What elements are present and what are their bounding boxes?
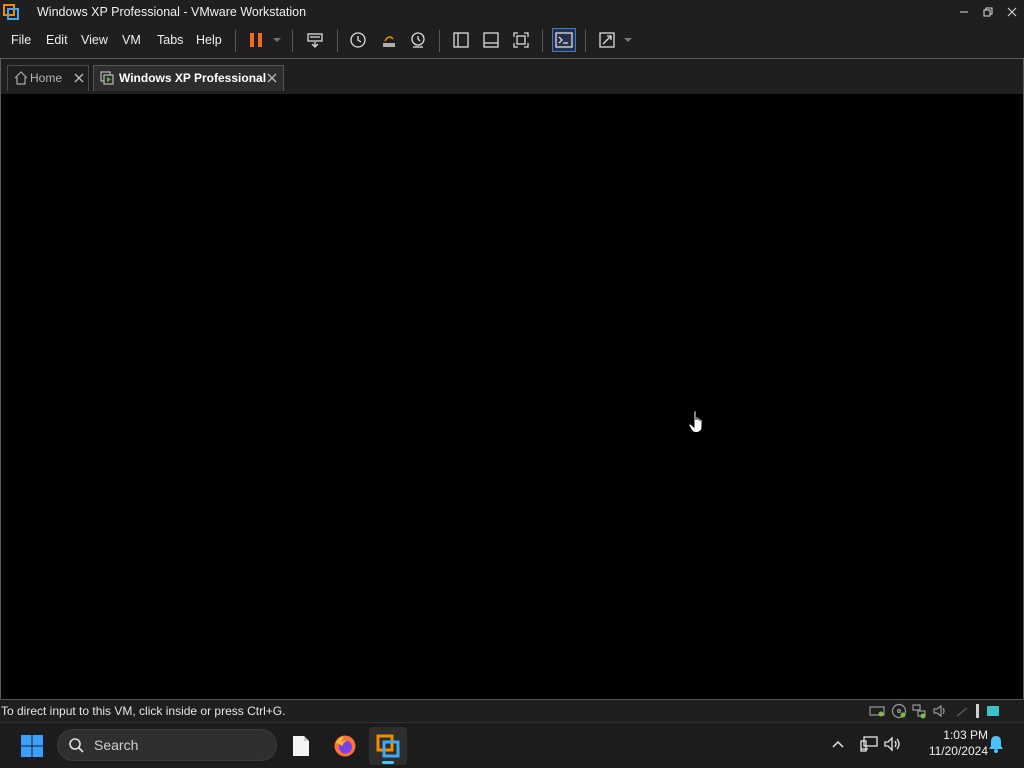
menu-toolbar: File Edit View VM Tabs Help	[0, 24, 1024, 59]
firefox-icon	[333, 734, 357, 758]
tab-close-button[interactable]	[73, 72, 85, 84]
vm-icon	[100, 71, 114, 85]
snapshot-revert-button[interactable]	[377, 28, 401, 52]
menu-tabs-label: Tabs	[157, 33, 184, 47]
vmware-workstation-icon	[376, 734, 400, 758]
thumbnail-bar-icon	[482, 31, 500, 49]
tab-close-button[interactable]	[266, 72, 278, 84]
message-log-icon[interactable]	[985, 703, 1001, 719]
toolbar-separator	[439, 30, 440, 52]
window-title: Windows XP Professional - VMware Worksta…	[37, 5, 307, 19]
menu-tabs[interactable]: Tabs	[157, 24, 183, 56]
restore-button[interactable]	[976, 0, 1000, 24]
pause-icon	[248, 32, 264, 48]
file-explorer-icon	[291, 735, 311, 757]
tab-home[interactable]: Home	[7, 65, 89, 91]
display-icon[interactable]	[954, 703, 970, 719]
snapshot-manager-icon	[409, 31, 427, 49]
restore-icon	[983, 7, 993, 17]
stretch-guest-icon	[598, 31, 616, 49]
menu-edit[interactable]: Edit	[46, 24, 68, 56]
snapshot-revert-icon	[380, 31, 398, 49]
stretch-dropdown[interactable]	[623, 33, 633, 47]
hard-disk-icon[interactable]	[869, 703, 885, 719]
send-ctrl-alt-del-icon	[306, 31, 324, 49]
show-hidden-icons-button[interactable]	[826, 732, 850, 756]
title-bar: Windows XP Professional - VMware Worksta…	[0, 0, 1024, 24]
vm-console-screen[interactable]	[0, 94, 1024, 699]
console-view-button[interactable]	[552, 28, 576, 52]
tab-home-label: Home	[30, 71, 63, 85]
taskbar-clock[interactable]: 1:03 PM 11/20/2024	[912, 727, 988, 763]
network-adapter-icon[interactable]	[911, 703, 927, 719]
vmware-logo-icon	[3, 4, 19, 20]
full-screen-button[interactable]	[509, 28, 533, 52]
minimize-icon	[959, 7, 969, 17]
snapshot-take-button[interactable]	[346, 28, 370, 52]
menu-file[interactable]: File	[11, 24, 31, 56]
console-view-icon	[555, 31, 573, 49]
menu-file-label: File	[11, 33, 32, 47]
dropdown-icon	[624, 37, 632, 43]
network-button[interactable]	[857, 732, 881, 756]
clock-date: 11/20/2024	[928, 744, 988, 758]
status-divider	[976, 704, 979, 718]
full-screen-icon	[512, 31, 530, 49]
snapshot-take-icon	[349, 31, 367, 49]
menu-help-label: Help	[196, 33, 222, 47]
network-icon	[860, 736, 878, 752]
minimize-button[interactable]	[952, 0, 976, 24]
start-button[interactable]	[13, 727, 51, 765]
menu-help[interactable]: Help	[196, 24, 222, 56]
show-library-button[interactable]	[449, 28, 473, 52]
toolbar-separator	[235, 30, 236, 52]
notifications-button[interactable]	[984, 732, 1008, 756]
home-icon	[14, 71, 28, 85]
active-app-indicator	[382, 761, 394, 764]
close-button[interactable]	[1000, 0, 1024, 24]
sound-card-icon[interactable]	[932, 703, 948, 719]
thumbnail-bar-button[interactable]	[479, 28, 503, 52]
windows-taskbar: Search 1:03 PM 11/20/2024	[0, 722, 1024, 768]
toolbar-separator	[337, 30, 338, 52]
taskbar-search-box[interactable]: Search	[57, 729, 277, 761]
status-message: To direct input to this VM, click inside…	[1, 704, 286, 718]
windows-start-icon	[20, 734, 44, 758]
search-placeholder: Search	[94, 737, 139, 753]
firefox-button[interactable]	[326, 727, 364, 765]
toolbar-separator	[585, 30, 586, 52]
toolbar-separator	[542, 30, 543, 52]
show-hidden-icons-icon	[832, 740, 844, 748]
power-dropdown[interactable]	[272, 33, 282, 47]
snapshot-manager-button[interactable]	[406, 28, 430, 52]
menu-vm[interactable]: VM	[122, 24, 141, 56]
menu-view[interactable]: View	[81, 24, 108, 56]
pause-button[interactable]	[244, 28, 268, 52]
search-icon	[68, 737, 84, 753]
dropdown-icon	[273, 37, 281, 43]
volume-icon	[884, 736, 902, 752]
tab-windows-xp-label: Windows XP Professional	[119, 71, 267, 85]
toolbar-separator	[292, 30, 293, 52]
hand-cursor-icon	[688, 410, 706, 434]
stretch-guest-button[interactable]	[595, 28, 619, 52]
file-explorer-button[interactable]	[282, 727, 320, 765]
volume-button[interactable]	[881, 732, 905, 756]
notifications-bell-icon	[988, 735, 1004, 753]
menu-edit-label: Edit	[46, 33, 68, 47]
show-library-icon	[452, 31, 470, 49]
cd-dvd-icon[interactable]	[891, 703, 907, 719]
menu-view-label: View	[81, 33, 108, 47]
tab-windows-xp[interactable]: Windows XP Professional	[93, 65, 284, 91]
tab-bar: Home Windows XP Professional	[0, 59, 1024, 94]
close-icon	[1007, 7, 1017, 17]
status-bar: To direct input to this VM, click inside…	[0, 699, 1024, 722]
menu-vm-label: VM	[122, 33, 141, 47]
send-ctrl-alt-del-button[interactable]	[303, 28, 327, 52]
vmware-workstation-button[interactable]	[369, 727, 407, 765]
clock-time: 1:03 PM	[943, 728, 988, 742]
